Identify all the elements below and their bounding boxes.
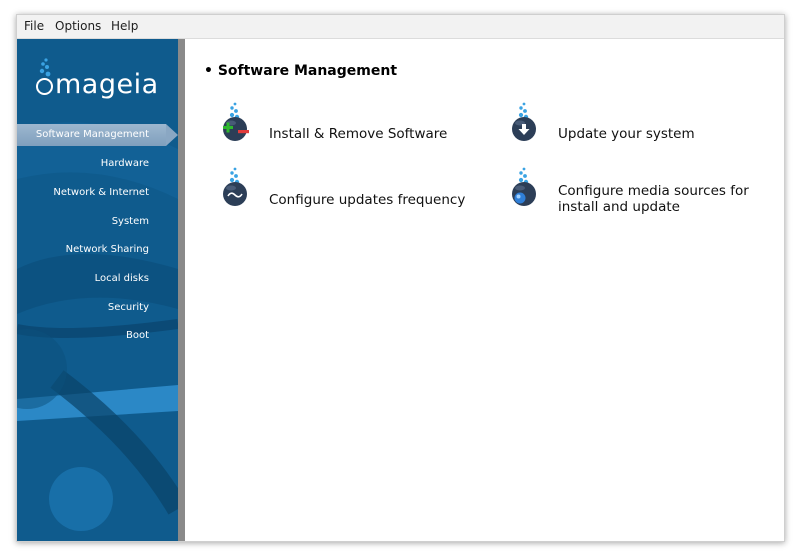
nav-selection-arrow-icon [166,124,178,146]
sidebar-divider [178,39,185,541]
menu-file[interactable]: File [24,19,44,33]
menubar: File Options Help [17,15,784,39]
update-system-icon [512,102,536,141]
sidebar-item-security[interactable]: Security [108,302,149,313]
sidebar-item-network-sharing[interactable]: Network Sharing [66,244,149,255]
tool-media-sources-label: Configure media sources for install and … [558,183,749,215]
logo-ring-icon [36,78,53,95]
install-remove-software-icon [223,102,249,141]
updates-frequency-icon [223,167,247,206]
sidebar-item-boot[interactable]: Boot [126,330,149,341]
sidebar-background [17,39,178,541]
sidebar-item-hardware[interactable]: Hardware [101,158,149,169]
control-center-window: File Options Help mageia Software Manage… [16,14,785,542]
mageia-logo: mageia [33,57,173,107]
main-panel: • Software Management Install & Remove S… [185,39,784,541]
menu-options[interactable]: Options [55,19,101,33]
tool-update-system-label: Update your system [558,126,695,142]
media-sources-icon [512,167,536,206]
sidebar: mageia Software Management Hardware Netw… [17,39,178,541]
sidebar-item-local-disks[interactable]: Local disks [95,273,149,284]
sidebar-item-software-management[interactable]: Software Management [36,129,149,140]
sidebar-item-network-internet[interactable]: Network & Internet [53,187,149,198]
tool-updates-frequency-label: Configure updates frequency [269,192,466,208]
menu-help[interactable]: Help [111,19,138,33]
tool-install-remove-label: Install & Remove Software [269,126,448,142]
section-title: • Software Management [204,63,398,79]
sidebar-item-system[interactable]: System [112,216,149,227]
logo-text: mageia [55,69,159,100]
